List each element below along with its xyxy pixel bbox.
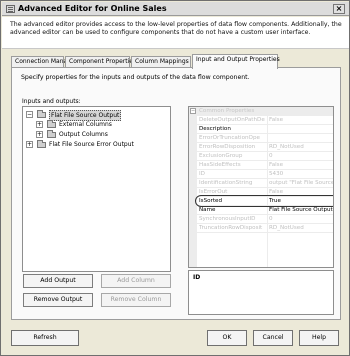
expand-icon[interactable]: + [26,141,33,148]
collapse-icon[interactable]: − [190,108,196,114]
property-value: RD_NotUsed [269,144,304,150]
property-value: output "Flat File Source Outpu [269,180,334,186]
inputs-outputs-label: Inputs and outputs: [22,98,81,105]
window-app-icon [6,5,15,13]
expand-icon[interactable]: + [36,131,43,138]
tab-label: Component Properties [69,58,137,65]
help-title: ID [193,274,201,281]
property-value: RD_NotUsed [269,225,304,231]
folder-icon [37,140,46,148]
description-area: The advanced editor provides access to t… [2,17,349,49]
window-title: Advanced Editor for Online Sales [18,4,167,13]
property-row[interactable]: TruncationRowDisposit RD_NotUsed [197,224,333,233]
property-name: Description [199,126,231,132]
property-name: ExclusionGroup [199,153,243,159]
tab-label: Input and Output Properties [196,56,280,63]
tab-label: Column Mappings [135,58,189,65]
property-name: ID [199,171,205,177]
remove-column-button[interactable]: Remove Column [101,293,171,307]
property-name: DeleteOutputOnPathDe [199,117,265,123]
property-row[interactable]: DeleteOutputOnPathDe False [197,116,333,125]
cancel-button[interactable]: Cancel [253,330,293,346]
property-name: IsSorted [199,198,223,204]
property-row-issorted[interactable]: IsSorted True [195,195,333,207]
tree-node-label: Output Columns [59,131,108,138]
editor-description: The advanced editor provides access to t… [10,21,342,36]
tab-input-output-properties[interactable]: Input and Output Properties [192,54,280,69]
collapse-icon[interactable]: − [26,111,33,118]
title-bar[interactable]: Advanced Editor for Online Sales × [2,2,349,16]
property-help-pane: ID [188,270,334,315]
folder-icon [47,120,56,128]
property-value: Flat File Source Output [269,207,333,213]
property-value: 0 [269,153,273,159]
property-grid[interactable]: − Common Properties DeleteOutputOnPathDe… [188,106,334,268]
property-row[interactable]: HasSideEffects False [197,161,333,170]
ok-button[interactable]: OK [207,330,247,346]
property-value: False [269,162,284,168]
refresh-button[interactable]: Refresh [11,330,79,346]
add-output-button[interactable]: Add Output [23,274,93,288]
category-common-properties[interactable]: − Common Properties [189,107,333,116]
property-grid-margin [189,107,197,267]
property-row[interactable]: Description [197,125,333,134]
property-name: Name [199,207,216,213]
property-name: IdentificationString [199,180,253,186]
folder-icon [37,110,46,118]
category-label: Common Properties [199,108,255,114]
tree-node-label: External Columns [59,121,112,128]
tab-panel: Specify properties for the inputs and ou… [11,67,341,320]
advanced-editor-dialog: Advanced Editor for Online Sales × The a… [0,0,350,356]
property-value: 5430 [269,171,284,177]
tree-node-label: Flat File Source Error Output [49,141,134,148]
property-row[interactable]: ErrorRowDisposition RD_NotUsed [197,143,333,152]
help-button[interactable]: Help [299,330,339,346]
property-value: 0 [269,216,273,222]
property-value: True [269,198,281,204]
property-name: TruncationRowDisposit [199,225,263,231]
property-name: SynchronousInputID [199,216,256,222]
property-row[interactable]: ID 5430 [197,170,333,179]
property-row[interactable]: Name Flat File Source Output [197,206,333,215]
folder-icon [47,130,56,138]
property-row[interactable]: ExclusionGroup 0 [197,152,333,161]
property-row[interactable]: IdentificationString output "Flat File So… [197,179,334,188]
property-row[interactable]: ErrorOrTruncationOpe [197,134,333,143]
property-value: False [269,117,284,123]
close-icon[interactable]: × [333,4,345,14]
property-name: ErrorOrTruncationOpe [199,135,260,141]
add-column-button[interactable]: Add Column [101,274,171,288]
property-row[interactable]: SynchronousInputID 0 [197,215,333,224]
remove-output-button[interactable]: Remove Output [23,293,93,307]
property-name: ErrorRowDisposition [199,144,256,150]
inputs-outputs-tree[interactable]: − Flat File Source Output + External Col… [22,106,171,272]
property-name: HasSideEffects [199,162,241,168]
instruction-text: Specify properties for the inputs and ou… [21,74,250,81]
expand-icon[interactable]: + [36,121,43,128]
